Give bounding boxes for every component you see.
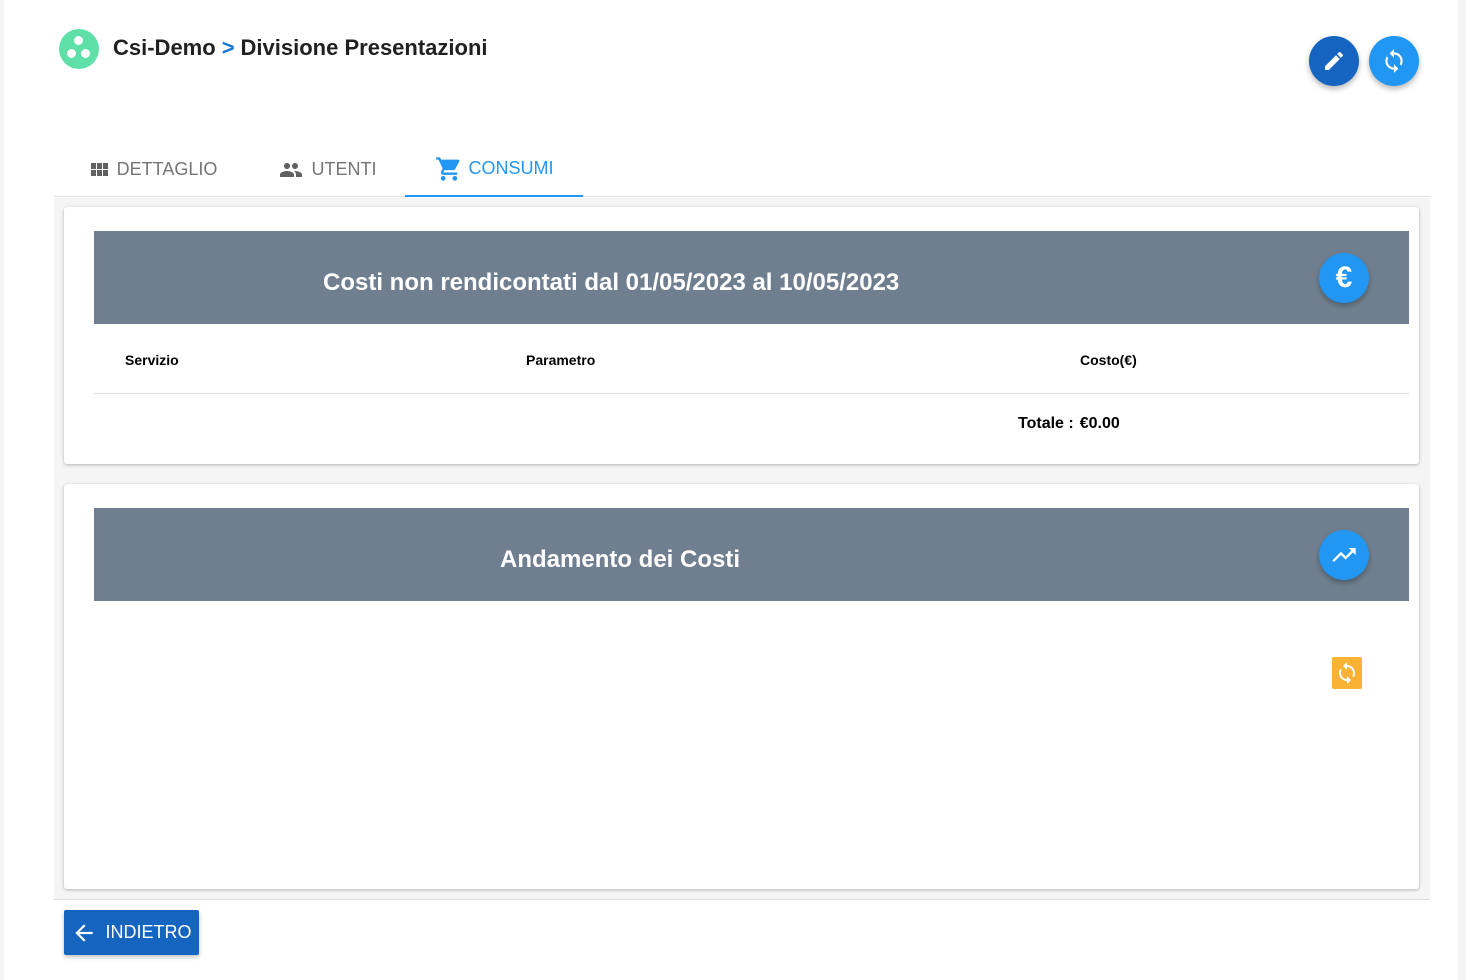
tab-label: UTENTI [311, 159, 377, 179]
refresh-icon [1385, 49, 1403, 73]
trending-up-icon [1319, 530, 1369, 580]
pencil-icon [1325, 51, 1344, 70]
costs-title: Costi non rendicontati dal 01/05/2023 al… [323, 269, 900, 296]
tab-label: CONSUMI [468, 158, 554, 178]
group-circles-icon [59, 29, 99, 69]
breadcrumb-org[interactable]: Csi-Demo [113, 35, 216, 60]
table-divider [94, 393, 1409, 394]
tab-label: DETTAGLIO [116, 159, 218, 179]
euro-icon: € [1319, 253, 1369, 303]
arrow-left-icon [75, 923, 94, 942]
back-label: INDIETRO [105, 922, 192, 942]
edit-button[interactable] [1309, 36, 1359, 86]
back-button[interactable]: INDIETRO [64, 910, 199, 955]
costs-card: Costi non rendicontati dal 01/05/2023 al… [64, 207, 1419, 464]
cart-icon [435, 156, 460, 181]
column-header-parametro[interactable]: Parametro [526, 352, 595, 368]
trend-banner: Andamento dei Costi [94, 508, 1409, 601]
trending-up-glyph [1332, 548, 1356, 562]
chart-refresh-button[interactable] [1332, 657, 1362, 689]
tab-consumi[interactable]: CONSUMI [405, 142, 583, 197]
total-row: Totale : €0.00 [1018, 415, 1120, 433]
total-value: €0.00 [1079, 415, 1120, 432]
tab-dettaglio[interactable]: DETTAGLIO [84, 142, 220, 197]
tab-utenti[interactable]: UTENTI [272, 142, 380, 197]
trend-title: Andamento dei Costi [500, 546, 741, 573]
trend-card: Andamento dei Costi [64, 484, 1419, 889]
tab-bar: DETTAGLIO UTENTI CONSUMI [54, 142, 1430, 197]
column-header-servizio[interactable]: Servizio [125, 352, 179, 368]
total-label: Totale : [1018, 415, 1074, 432]
column-header-costo[interactable]: Costo(€) [1080, 352, 1137, 368]
people-icon [279, 162, 302, 177]
euro-glyph: € [1335, 261, 1353, 294]
breadcrumb: Csi-Demo > Divisione Presentazioni [113, 35, 488, 61]
tab-content: Costi non rendicontati dal 01/05/2023 al… [54, 198, 1430, 900]
grid-icon [90, 162, 108, 176]
refresh-button[interactable] [1369, 36, 1419, 86]
refresh-icon [1339, 662, 1355, 684]
costs-banner: Costi non rendicontati dal 01/05/2023 al… [94, 231, 1409, 324]
breadcrumb-division: Divisione Presentazioni [240, 35, 488, 60]
breadcrumb-separator: > [221, 35, 235, 60]
page: Csi-Demo > Divisione Presentazioni DETTAGL… [4, 0, 1458, 980]
